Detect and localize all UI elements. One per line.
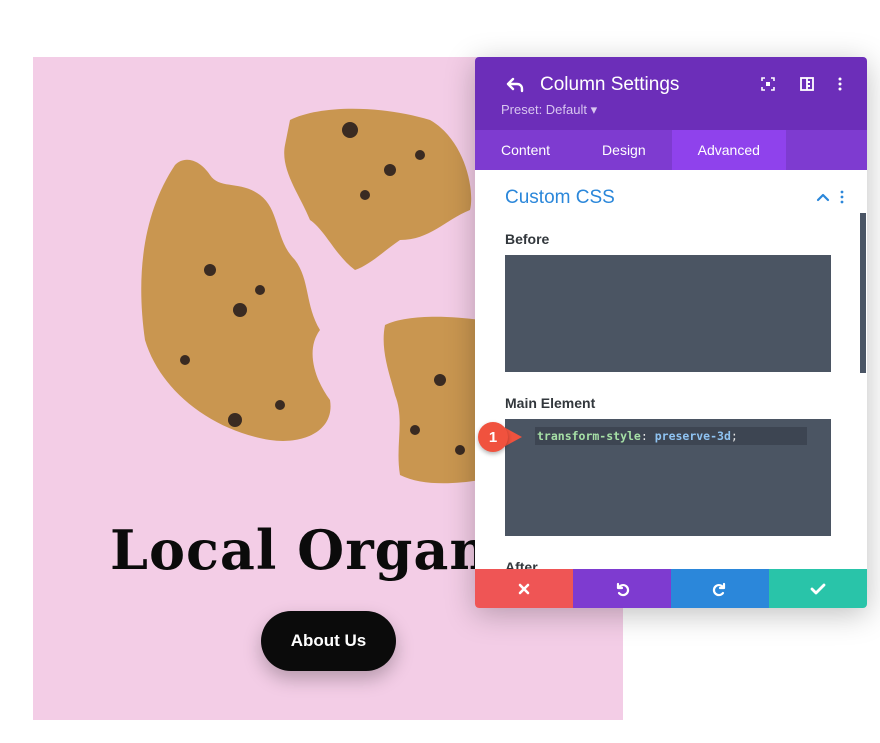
tab-design[interactable]: Design [576,130,672,170]
close-icon [518,583,530,594]
redo-icon [712,582,726,596]
after-label: After [505,559,538,569]
cookie-image [141,108,480,484]
settings-tabs: Content Design Advanced [475,130,867,170]
preset-selector[interactable]: Preset: Default ▾ [501,102,597,118]
about-us-button[interactable]: About Us [261,611,396,671]
modal-title: Column Settings [540,74,680,95]
undo-button[interactable] [573,569,671,608]
scrollbar[interactable] [860,213,866,373]
undo-icon [616,582,630,596]
css-separator: : [640,429,655,443]
more-vertical-icon[interactable] [833,77,847,91]
chevron-up-icon[interactable] [816,192,830,202]
cancel-button[interactable] [475,569,573,608]
modal-footer [475,569,867,608]
split-view-icon[interactable] [800,77,814,91]
code-line: transform-style: preserve-3d; [535,427,807,445]
before-css-editor[interactable] [505,255,831,372]
main-element-label: Main Element [505,395,596,411]
save-button[interactable] [769,569,867,608]
css-terminator: ; [730,429,738,443]
before-label: Before [505,231,550,247]
settings-body: Custom CSS Before Main Element transform… [475,170,867,569]
tab-advanced[interactable]: Advanced [671,130,786,170]
main-element-css-editor[interactable]: transform-style: preserve-3d; [505,419,831,536]
check-icon [810,583,826,594]
column-settings-modal: Column Settings Preset: Default ▾ Conten… [475,57,867,608]
css-property: transform-style [537,429,641,443]
step-badge: 1 [478,422,508,452]
undo-arrow-icon[interactable] [506,76,524,94]
redo-button[interactable] [671,569,769,608]
focus-icon[interactable] [761,77,775,91]
section-more-icon[interactable] [840,190,844,204]
section-title[interactable]: Custom CSS [505,187,615,209]
tab-content[interactable]: Content [475,130,576,170]
css-value: preserve-3d [654,429,731,443]
modal-header: Column Settings Preset: Default ▾ [475,57,867,130]
